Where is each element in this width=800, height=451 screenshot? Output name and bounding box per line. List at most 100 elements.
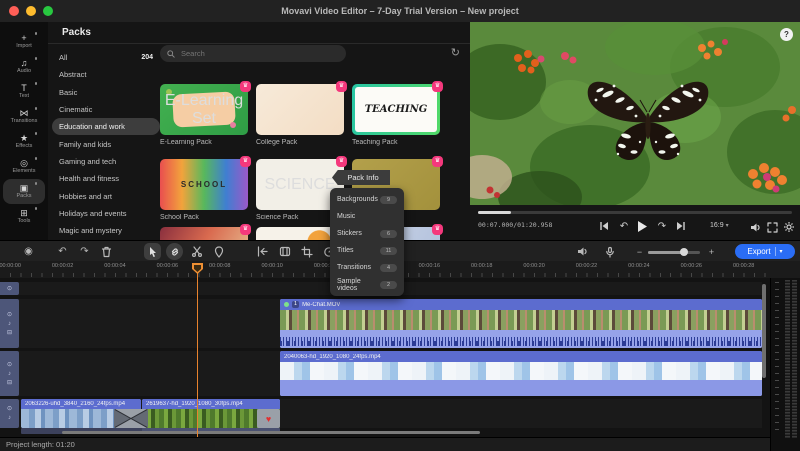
close-window-button[interactable] bbox=[9, 6, 19, 16]
zoom-out-icon[interactable]: − bbox=[631, 243, 648, 260]
minimize-window-button[interactable] bbox=[26, 6, 36, 16]
eye-icon[interactable]: ⊙ bbox=[7, 362, 12, 368]
microphone-icon[interactable] bbox=[601, 243, 618, 260]
skip-back-icon[interactable]: ↶ bbox=[616, 219, 632, 233]
pack-card-school-pack[interactable]: SCHOOL ♛ School Pack bbox=[160, 159, 248, 221]
track4-header[interactable]: ⊙ ♪ bbox=[0, 399, 19, 428]
pack-info-button[interactable]: Pack Info bbox=[332, 170, 390, 185]
track1-header[interactable]: ⊙ bbox=[0, 282, 19, 295]
menu-item-label: Transitions bbox=[337, 264, 371, 271]
menu-item-backgrounds[interactable]: Backgrounds 9 bbox=[330, 191, 404, 208]
pack-card-college-pack[interactable]: ♛ College Pack bbox=[256, 84, 344, 146]
keyframe-icon[interactable] bbox=[254, 243, 271, 260]
undo-icon[interactable]: ↶ bbox=[54, 243, 71, 260]
sidebar-item-packs[interactable]: ▣ Packs bbox=[3, 179, 45, 204]
lock-icon[interactable]: ⊟ bbox=[7, 330, 12, 336]
premium-crown-badge: ♛ bbox=[336, 81, 347, 92]
pack-thumbnail[interactable]: TEACHING ♛ bbox=[352, 84, 440, 135]
playhead-line[interactable] bbox=[197, 271, 198, 437]
audio-icon[interactable]: ♪ bbox=[8, 321, 11, 327]
export-button[interactable]: Export ▾ bbox=[735, 244, 795, 259]
split-scissors-icon[interactable] bbox=[188, 243, 205, 260]
delete-icon[interactable] bbox=[98, 243, 115, 260]
sidebar-item-transitions[interactable]: ⋈ Transitions bbox=[3, 104, 45, 129]
sidebar-item-effects[interactable]: ★ Effects bbox=[3, 129, 45, 154]
sidebar-item-text[interactable]: T Text bbox=[3, 79, 45, 104]
lock-icon[interactable]: ⊟ bbox=[7, 380, 12, 386]
search-box[interactable] bbox=[160, 45, 346, 62]
redo-icon[interactable]: ↷ bbox=[76, 243, 93, 260]
pack-name: E-Learning Pack bbox=[160, 139, 248, 146]
ruler-time-label: 00:00:24 bbox=[613, 263, 665, 269]
pack-thumbnail[interactable]: ♛ bbox=[160, 227, 248, 240]
seek-bar[interactable] bbox=[478, 211, 792, 214]
horizontal-scrollbar[interactable] bbox=[62, 431, 480, 434]
sidebar-item-import[interactable]: + Import bbox=[3, 29, 45, 54]
maximize-window-button[interactable] bbox=[43, 6, 53, 16]
heart-effect-marker[interactable]: ♥ bbox=[257, 409, 280, 428]
crossfade-transition[interactable] bbox=[114, 409, 148, 428]
marker-icon[interactable] bbox=[210, 243, 227, 260]
pack-name: School Pack bbox=[160, 214, 248, 221]
help-button[interactable]: ? bbox=[780, 28, 793, 41]
audio-icon[interactable]: ♪ bbox=[8, 371, 11, 377]
sidebar-item-elements[interactable]: ◎ Elements bbox=[3, 154, 45, 179]
volume-icon[interactable] bbox=[751, 219, 761, 237]
settings-gear-icon[interactable] bbox=[784, 219, 794, 237]
link-clips-icon[interactable] bbox=[166, 243, 183, 260]
pack-card-partial[interactable]: ♛ bbox=[160, 227, 248, 240]
vertical-scrollbar[interactable] bbox=[762, 284, 766, 378]
menu-item-music[interactable]: Music bbox=[330, 208, 404, 225]
aspect-ratio-dropdown[interactable]: 16:9 ▾ bbox=[710, 222, 729, 229]
menu-item-sample-videos[interactable]: Sample videos 2 bbox=[330, 276, 404, 293]
clip-2040063[interactable]: 2040063-hd_1920_1080_24fps.mp4 bbox=[280, 351, 762, 396]
category-education-and-work[interactable]: Education and work bbox=[52, 118, 160, 135]
pack-thumbnail[interactable]: ♛ bbox=[256, 84, 344, 135]
clip-properties-icon[interactable] bbox=[276, 243, 293, 260]
category-abstract[interactable]: Abstract bbox=[52, 66, 160, 83]
category-basic[interactable]: Basic bbox=[52, 84, 160, 101]
fullscreen-icon[interactable] bbox=[768, 219, 777, 237]
play-button[interactable] bbox=[634, 219, 650, 233]
track2-header[interactable]: ⊙ ♪ ⊟ bbox=[0, 299, 19, 348]
category-gaming-and-tech[interactable]: Gaming and tech bbox=[52, 153, 160, 170]
timeline-volume-icon[interactable] bbox=[574, 243, 591, 260]
eye-icon[interactable]: ⊙ bbox=[7, 312, 12, 318]
zoom-in-icon[interactable]: + bbox=[703, 243, 720, 260]
category-magic-and-mystery[interactable]: Magic and mystery bbox=[52, 222, 160, 239]
pack-card-e-learning-pack[interactable]: E-Learning Set ♛ E-Learning Pack bbox=[160, 84, 248, 146]
track3-header[interactable]: ⊙ ♪ ⊟ bbox=[0, 351, 19, 396]
premium-crown-badge: ♛ bbox=[240, 156, 251, 167]
category-holidays-and-events[interactable]: Holidays and events bbox=[52, 205, 160, 222]
eye-icon[interactable]: ⊙ bbox=[7, 406, 12, 412]
skip-forward-icon[interactable]: ↷ bbox=[654, 219, 670, 233]
category-hobbies-and-art[interactable]: Hobbies and art bbox=[52, 187, 160, 204]
record-icon[interactable]: ◉ bbox=[20, 243, 37, 260]
sidebar-item-tools[interactable]: ⊞ Tools bbox=[3, 204, 45, 229]
menu-item-titles[interactable]: Titles 11 bbox=[330, 242, 404, 259]
sidebar-item-audio[interactable]: ♫ Audio bbox=[3, 54, 45, 79]
refresh-icon[interactable]: ↻ bbox=[451, 46, 460, 59]
pack-thumbnail[interactable]: E-Learning Set ♛ bbox=[160, 84, 248, 135]
menu-item-stickers[interactable]: Stickers 6 bbox=[330, 225, 404, 242]
category-health-and-fitness[interactable]: Health and fitness bbox=[52, 170, 160, 187]
pack-card-teaching-pack[interactable]: TEACHING ♛ Teaching Pack bbox=[352, 84, 440, 146]
crop-icon[interactable] bbox=[298, 243, 315, 260]
category-family-and-kids[interactable]: Family and kids bbox=[52, 135, 160, 152]
eye-icon[interactable]: ⊙ bbox=[7, 286, 12, 292]
video-preview[interactable] bbox=[470, 22, 800, 205]
search-input[interactable] bbox=[179, 48, 313, 59]
category-count: 204 bbox=[141, 54, 153, 61]
menu-item-transitions[interactable]: Transitions 4 bbox=[330, 259, 404, 276]
previous-frame-button[interactable] bbox=[596, 219, 612, 233]
pack-thumbnail[interactable]: SCHOOL ♛ bbox=[160, 159, 248, 210]
premium-crown-badge: ♛ bbox=[432, 156, 443, 167]
pointer-tool-icon[interactable] bbox=[144, 243, 161, 260]
timeline-zoom-slider[interactable] bbox=[648, 251, 700, 254]
clip-me-chat[interactable]: 1 Me-Chat.MOV bbox=[280, 299, 762, 348]
category-cinematic[interactable]: Cinematic bbox=[52, 101, 160, 118]
category-all[interactable]: All 204 bbox=[52, 49, 160, 66]
audio-icon[interactable]: ♪ bbox=[8, 415, 11, 421]
next-frame-button[interactable] bbox=[672, 219, 688, 233]
zoom-slider-thumb[interactable] bbox=[680, 248, 688, 256]
